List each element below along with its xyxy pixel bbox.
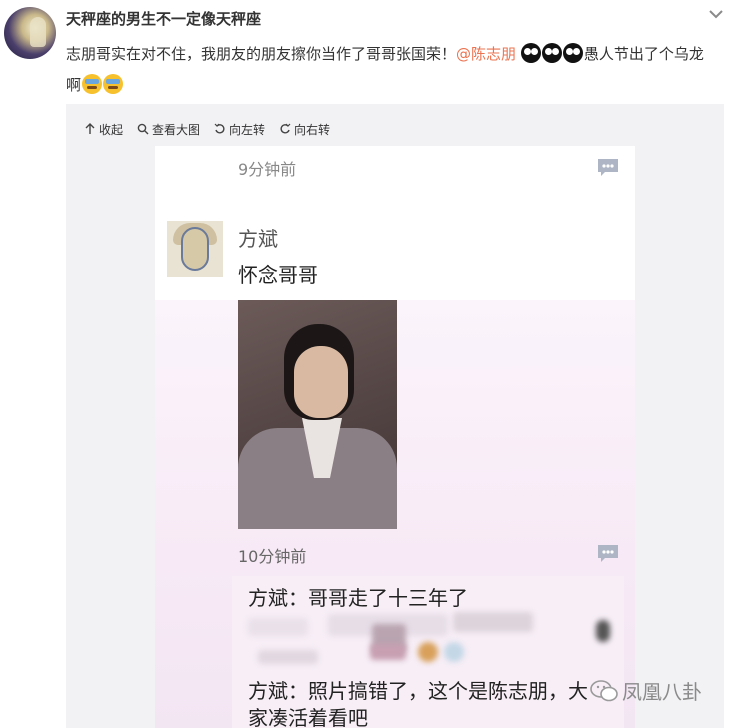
view-large-label: 查看大图 bbox=[152, 122, 201, 137]
post-username[interactable]: 天秤座的男生不一定像天秤座 bbox=[66, 8, 261, 29]
comment-timestamp: 9分钟前 bbox=[238, 160, 297, 179]
sweat-emoji-icon bbox=[103, 74, 124, 94]
reply-1: 方斌：哥哥走了十三年了 bbox=[248, 586, 468, 610]
cute-eyes-emoji-icon bbox=[541, 43, 562, 63]
post-text: 志朋哥实在对不住，我朋友的朋友擦你当作了哥哥张国荣！@陈志朋 愚人节出了个乌龙 … bbox=[66, 39, 726, 101]
collapse-label: 收起 bbox=[99, 122, 124, 137]
magnifier-icon bbox=[137, 123, 149, 135]
collapse-arrow-icon bbox=[85, 123, 95, 134]
user-avatar[interactable] bbox=[4, 7, 56, 59]
view-large-button[interactable]: 查看大图 bbox=[137, 119, 200, 139]
cute-eyes-emoji-icon bbox=[562, 43, 583, 63]
comment-timestamp-2: 10分钟前 bbox=[238, 547, 307, 566]
portrait-photo[interactable] bbox=[238, 300, 397, 529]
sweat-emoji-icon bbox=[82, 74, 103, 94]
rotate-right-button[interactable]: 向右转 bbox=[279, 119, 330, 139]
chevron-down-icon[interactable] bbox=[706, 4, 726, 24]
rotate-left-button[interactable]: 向左转 bbox=[214, 119, 265, 139]
image-toolbar: 收起 查看大图 向左转 向右转 bbox=[84, 119, 330, 139]
comment-icon[interactable] bbox=[596, 157, 620, 177]
reply-3-line-2: 家凑活着看吧 bbox=[248, 706, 368, 728]
watermark-text: 凤凰八卦 bbox=[622, 680, 702, 704]
wechat-icon bbox=[590, 679, 618, 701]
weibo-post: 天秤座的男生不一定像天秤座 志朋哥实在对不住，我朋友的朋友擦你当作了哥哥张国荣！… bbox=[0, 0, 735, 728]
rotate-right-label: 向右转 bbox=[294, 122, 331, 137]
reply-3-line-1: 方斌：照片搞错了，这个是陈志朋，大 bbox=[248, 679, 588, 703]
comment-icon[interactable] bbox=[596, 543, 620, 563]
rotate-left-label: 向左转 bbox=[229, 122, 266, 137]
post-text-before: 志朋哥实在对不住，我朋友的朋友擦你当作了哥哥张国荣！ bbox=[66, 45, 457, 63]
mention-link[interactable]: @陈志朋 bbox=[456, 45, 516, 63]
reply-3: 方斌：照片搞错了，这个是陈志朋，大 家凑活着看吧 bbox=[248, 678, 608, 728]
commenter-name[interactable]: 方斌 bbox=[238, 223, 278, 252]
rotate-right-icon bbox=[280, 123, 291, 134]
comment-message: 怀念哥哥 bbox=[238, 263, 318, 287]
cute-eyes-emoji-icon bbox=[520, 43, 541, 63]
post-text-line2: 啊 bbox=[66, 76, 82, 94]
watermark: 凤凰八卦 bbox=[590, 676, 702, 705]
commenter-avatar[interactable] bbox=[167, 221, 223, 277]
blurred-reply bbox=[248, 612, 618, 668]
collapse-button[interactable]: 收起 bbox=[84, 119, 123, 139]
rotate-left-icon bbox=[214, 123, 225, 134]
post-text-after: 愚人节出了个乌龙 bbox=[583, 45, 704, 63]
